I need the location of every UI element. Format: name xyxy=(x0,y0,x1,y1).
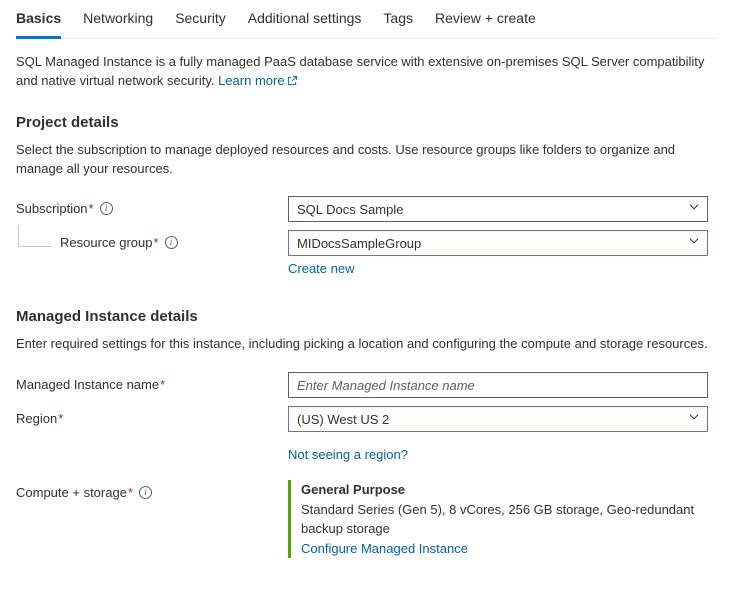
required-star: * xyxy=(160,377,165,392)
tab-basics[interactable]: Basics xyxy=(16,4,61,39)
region-label: Region * xyxy=(16,406,288,426)
configure-managed-instance-link[interactable]: Configure Managed Instance xyxy=(301,541,468,556)
chevron-down-icon xyxy=(688,201,700,216)
not-seeing-region-link[interactable]: Not seeing a region? xyxy=(288,447,408,462)
managed-instance-desc: Enter required settings for this instanc… xyxy=(16,335,718,354)
tab-security[interactable]: Security xyxy=(175,4,226,39)
project-details-heading: Project details xyxy=(16,114,718,131)
intro-text: SQL Managed Instance is a fully managed … xyxy=(16,53,718,92)
required-star: * xyxy=(89,201,94,216)
managed-instance-name-label: Managed Instance name * xyxy=(16,372,288,392)
intro-desc: SQL Managed Instance is a fully managed … xyxy=(16,54,704,88)
required-star: * xyxy=(128,485,133,500)
managed-instance-name-row: Managed Instance name * xyxy=(16,372,718,398)
tab-bar: Basics Networking Security Additional se… xyxy=(16,4,718,39)
subscription-label: Subscription * i xyxy=(16,196,288,216)
chevron-down-icon xyxy=(688,411,700,426)
info-icon[interactable]: i xyxy=(139,486,152,499)
tree-connector xyxy=(18,225,52,247)
info-icon[interactable]: i xyxy=(100,202,113,215)
tab-review-create[interactable]: Review + create xyxy=(435,4,536,39)
subscription-select[interactable]: SQL Docs Sample xyxy=(288,196,708,222)
external-link-icon xyxy=(287,73,298,92)
managed-instance-heading: Managed Instance details xyxy=(16,308,718,325)
required-star: * xyxy=(154,235,159,250)
info-icon[interactable]: i xyxy=(165,236,178,249)
compute-storage-row: Compute + storage * i General Purpose St… xyxy=(16,480,718,558)
region-row: Region * (US) West US 2 Not seeing a reg… xyxy=(16,406,718,462)
region-select[interactable]: (US) West US 2 xyxy=(288,406,708,432)
tab-tags[interactable]: Tags xyxy=(383,4,413,39)
resource-group-select[interactable]: MIDocsSampleGroup xyxy=(288,230,708,256)
required-star: * xyxy=(58,411,63,426)
compute-summary: General Purpose Standard Series (Gen 5),… xyxy=(288,480,708,558)
chevron-down-icon xyxy=(688,235,700,250)
resource-group-label: Resource group * i xyxy=(16,230,288,250)
managed-instance-name-input[interactable] xyxy=(288,372,708,398)
subscription-row: Subscription * i SQL Docs Sample xyxy=(16,196,718,222)
tab-networking[interactable]: Networking xyxy=(83,4,153,39)
project-details-desc: Select the subscription to manage deploy… xyxy=(16,141,718,179)
tab-additional-settings[interactable]: Additional settings xyxy=(248,4,362,39)
compute-tier-title: General Purpose xyxy=(301,480,708,500)
resource-group-row: Resource group * i MIDocsSampleGroup Cre… xyxy=(16,230,718,276)
compute-storage-label: Compute + storage * i xyxy=(16,480,288,500)
learn-more-link[interactable]: Learn more xyxy=(218,73,297,88)
create-new-link[interactable]: Create new xyxy=(288,261,354,276)
compute-tier-desc: Standard Series (Gen 5), 8 vCores, 256 G… xyxy=(301,500,708,539)
